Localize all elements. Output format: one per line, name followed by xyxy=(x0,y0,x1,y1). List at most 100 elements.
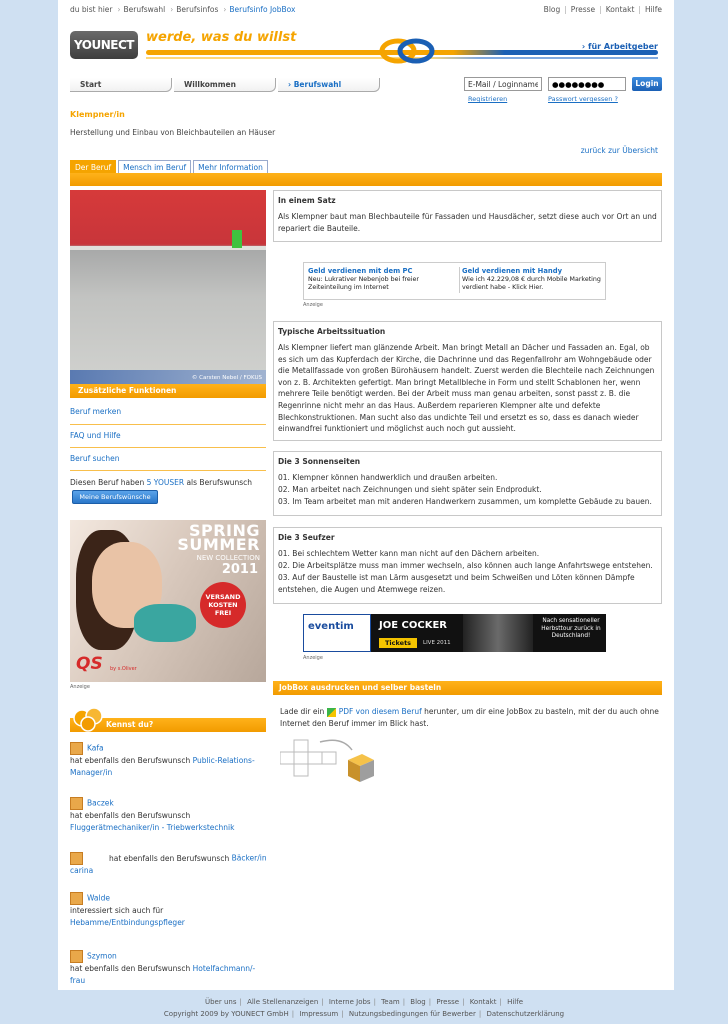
text-ad-title-1[interactable]: Geld verdienen mit dem PC xyxy=(308,267,456,276)
topnav-presse[interactable]: Presse xyxy=(571,5,595,14)
footer-link[interactable]: Blog xyxy=(410,998,425,1006)
footer-link[interactable]: Datenschutzerklärung xyxy=(486,1010,564,1018)
forgot-password-link[interactable]: Passwort vergessen ? xyxy=(548,95,618,103)
ad-brand-sub: by s.Oliver xyxy=(110,666,137,672)
jobbox-cube-icon xyxy=(280,739,374,782)
banner-tickets-button[interactable]: Tickets xyxy=(379,638,418,648)
sigh-item: 01. Bei schlechtem Wetter kann man nicht… xyxy=(278,549,540,558)
wish-count-link[interactable]: 5 YOUSER xyxy=(147,478,184,487)
avatar[interactable] xyxy=(70,892,83,905)
search-job-link[interactable]: Beruf suchen xyxy=(70,454,120,463)
page-container: du bist hier › Berufswahl › Berufsinfos › Beru… xyxy=(58,0,674,990)
ad-new-collection: NEW COLLECTION xyxy=(196,554,260,562)
footer-link[interactable]: Team xyxy=(381,998,400,1006)
list-item: Walde interessiert sich auch für Hebamme… xyxy=(70,892,270,929)
photo-spirit-level xyxy=(232,230,242,248)
topnav-hilfe[interactable]: Hilfe xyxy=(645,5,662,14)
eventim-logo: eventim xyxy=(303,614,371,652)
fashion-ad[interactable]: SPRING SUMMER NEW COLLECTION 2011 VERSAND… xyxy=(70,520,266,682)
faq-link[interactable]: FAQ und Hilfe xyxy=(70,431,121,440)
person-job[interactable]: Bäcker/in xyxy=(232,854,267,863)
younect-logo[interactable]: YOUNECT xyxy=(70,31,138,59)
ad-free-shipping-badge: VERSAND KOSTEN FREI xyxy=(200,582,246,628)
sighs-box: Die 3 Seufzer 01. Bei schlechtem Wetter … xyxy=(273,527,662,604)
person-job[interactable]: Fluggerätmechaniker/in - Triebwerkstechn… xyxy=(70,823,234,832)
footer-link[interactable]: Presse xyxy=(436,998,459,1006)
wish-count-text: Diesen Beruf haben 5 YOUSER als Berufswu… xyxy=(70,478,252,487)
person-job-extra[interactable]: carina xyxy=(70,866,93,875)
tab-mehr-information[interactable]: Mehr Information xyxy=(193,160,268,174)
divider xyxy=(70,447,266,448)
person-text: hat ebenfalls den Berufswunsch xyxy=(109,853,230,863)
email-field[interactable] xyxy=(464,77,542,91)
footer-link[interactable]: Über uns xyxy=(205,998,237,1006)
pdf-download-link[interactable]: PDF von diesem Beruf xyxy=(339,707,422,716)
nav-tab-berufswahl[interactable]: › Berufswahl xyxy=(278,78,380,92)
jobbox-text-before: Lade dir ein xyxy=(280,707,325,716)
text-ad[interactable]: Geld verdienen mit dem PC Neu: Lukrative… xyxy=(303,262,606,300)
avatar[interactable] xyxy=(70,797,83,810)
pdf-icon xyxy=(326,707,336,717)
avatar[interactable] xyxy=(70,852,83,865)
top-nav: Blog | Presse | Kontakt | Hilfe xyxy=(543,5,662,14)
banner-live: LIVE 2011 xyxy=(423,640,451,646)
sunny-sides-box: Die 3 Sonnenseiten 01. Klempner können h… xyxy=(273,451,662,516)
back-to-overview-link[interactable]: zurück zur Übersicht xyxy=(581,146,658,155)
login-button[interactable]: Login xyxy=(632,77,662,91)
footer-link[interactable]: Kontakt xyxy=(470,998,497,1006)
tab-bar xyxy=(70,173,662,186)
photo-credit: © Carsten Nebel / FOKUS xyxy=(191,375,262,381)
breadcrumb-current[interactable]: Berufsinfo JobBox xyxy=(229,5,295,14)
breadcrumb-berufsinfos[interactable]: Berufsinfos xyxy=(176,5,218,14)
concert-banner-ad[interactable]: eventim JOE COCKER Tickets LIVE 2011 Nac… xyxy=(303,614,606,652)
nav-tab-willkommen[interactable]: Willkommen xyxy=(174,78,276,92)
person-text: interessiert sich auch für xyxy=(70,906,164,915)
person-name[interactable]: Kafa xyxy=(87,744,104,753)
text-ad-col-1[interactable]: Geld verdienen mit dem PC Neu: Lukrative… xyxy=(308,267,456,293)
ad-label: Anzeige xyxy=(303,302,323,308)
ad-year: 2011 xyxy=(221,562,258,577)
ad-model-scarf xyxy=(134,604,196,642)
text-ad-title-2[interactable]: Geld verdienen mit Handy xyxy=(462,267,610,276)
banner-tour-text: Nach sensationeller Herbsttour zurück in… xyxy=(541,618,601,639)
banner-artist: JOE COCKER xyxy=(379,620,447,631)
password-field[interactable] xyxy=(548,77,626,91)
avatar[interactable] xyxy=(70,950,83,963)
tab-der-beruf[interactable]: Der Beruf xyxy=(70,160,117,174)
copyright: Copyright 2009 by YOUNECT GmbH xyxy=(163,1010,289,1018)
my-wishes-button[interactable]: Meine Berufswünsche xyxy=(72,490,158,504)
ad-brand-logo: QS xyxy=(76,654,103,674)
tab-mensch-im-beruf[interactable]: Mensch im Beruf xyxy=(118,160,192,174)
sighs-heading: Die 3 Seufzer xyxy=(278,533,335,542)
breadcrumb-label: du bist hier xyxy=(70,5,113,14)
person-text: hat ebenfalls den Berufswunsch xyxy=(70,964,191,973)
footer-link[interactable]: Impressum xyxy=(299,1010,338,1018)
employer-link[interactable]: › für Arbeitgeber xyxy=(582,42,658,51)
footer-legal: Copyright 2009 by YOUNECT GmbH | Impressu… xyxy=(163,1010,565,1018)
topnav-kontakt[interactable]: Kontakt xyxy=(606,5,635,14)
wish-suffix: als Berufswunsch xyxy=(186,478,252,487)
topnav-blog[interactable]: Blog xyxy=(544,5,561,14)
ad-headline: SPRING SUMMER xyxy=(177,523,260,553)
person-name[interactable]: Baczek xyxy=(87,799,114,808)
ad-label: Anzeige xyxy=(70,684,90,690)
breadcrumb-berufswahl[interactable]: Berufswahl xyxy=(124,5,166,14)
register-link[interactable]: Registrieren xyxy=(468,95,507,103)
person-text: hat ebenfalls den Berufswunsch xyxy=(70,811,191,820)
sunny-side-item: 02. Man arbeitet nach Zeichnungen und si… xyxy=(278,485,542,494)
footer-link[interactable]: Alle Stellenanzeigen xyxy=(247,998,318,1006)
footer-link[interactable]: Nutzungsbedingungen für Bewerber xyxy=(349,1010,476,1018)
avatar[interactable] xyxy=(70,742,83,755)
footer-link[interactable]: Hilfe xyxy=(507,998,523,1006)
work-situation-text: Als Klempner liefert man glänzende Arbei… xyxy=(278,343,655,434)
person-name[interactable]: Walde xyxy=(87,894,110,903)
person-name[interactable]: Szymon xyxy=(87,952,117,961)
divider xyxy=(70,424,266,425)
footer-link[interactable]: Interne Jobs xyxy=(329,998,371,1006)
text-ad-col-2[interactable]: Geld verdienen mit Handy Wie ich 42.229,… xyxy=(459,267,610,293)
bookmark-job-link[interactable]: Beruf merken xyxy=(70,407,121,416)
slogan: werde, was du willst xyxy=(146,30,297,45)
nav-tab-start[interactable]: Start xyxy=(70,78,172,92)
person-job[interactable]: Hebamme/Entbindungspfleger xyxy=(70,918,185,927)
list-item: Kafa hat ebenfalls den Berufswunsch Publ… xyxy=(70,742,270,779)
